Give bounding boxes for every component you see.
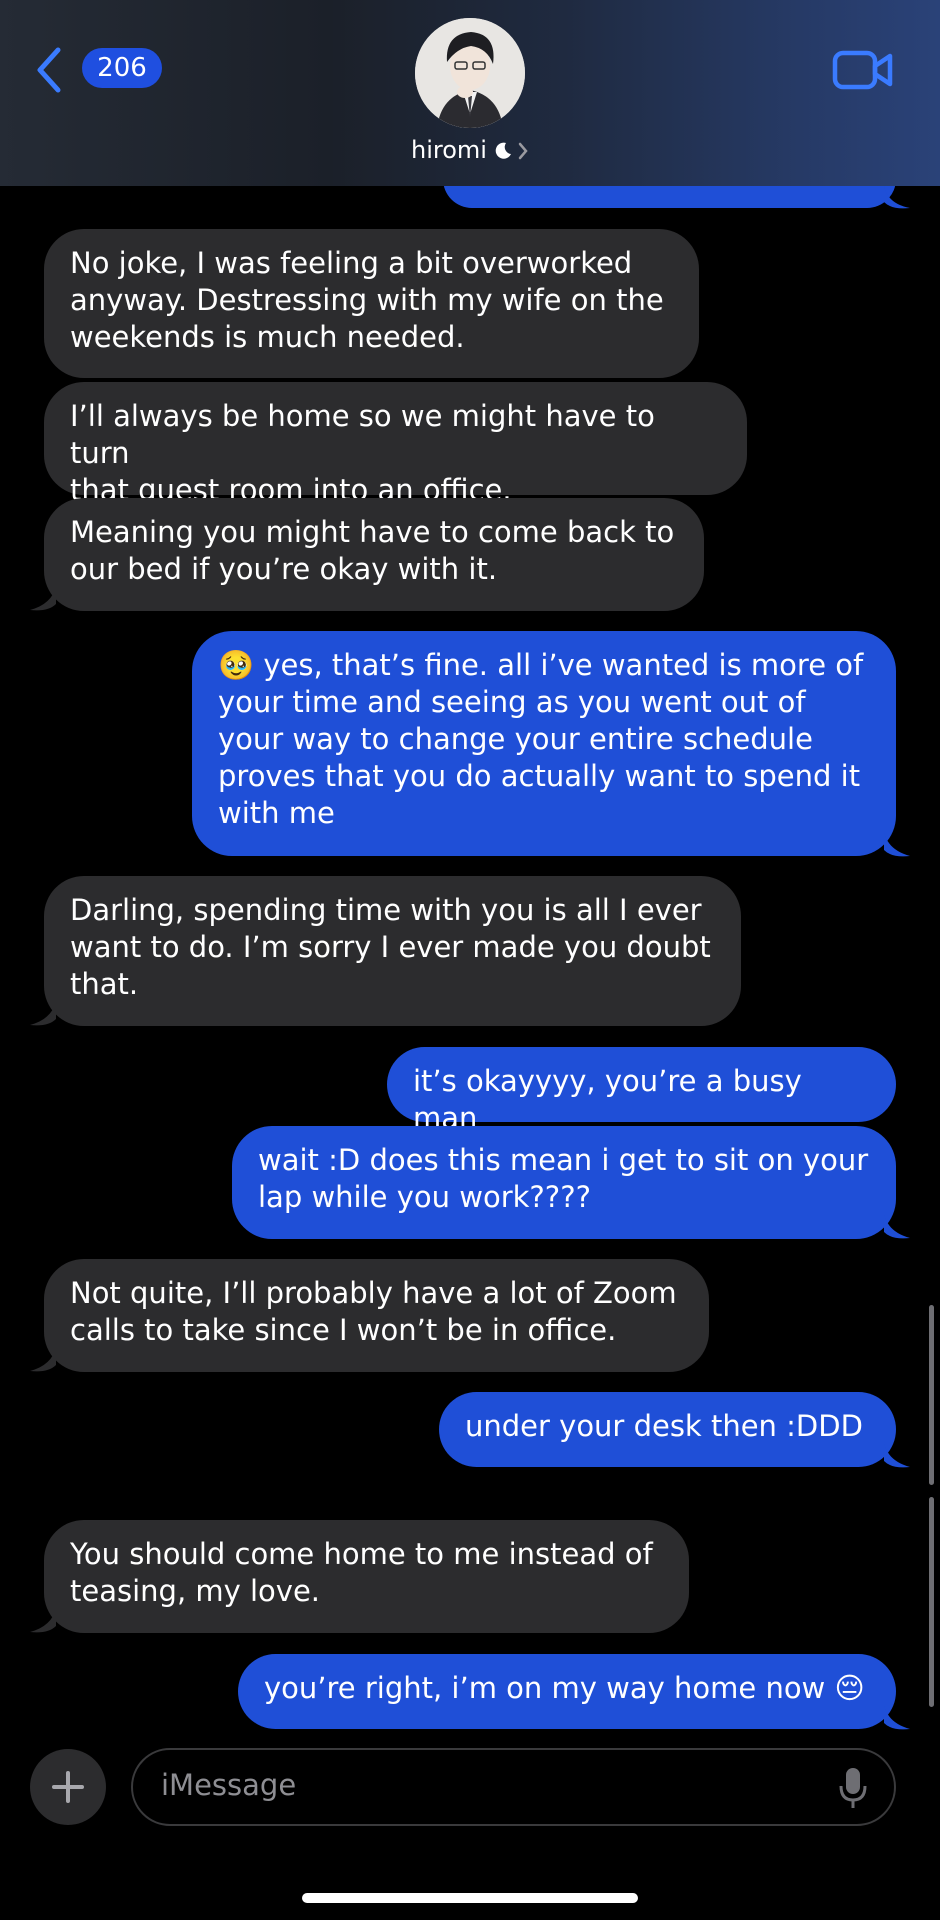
input-placeholder: iMessage bbox=[161, 1768, 297, 1802]
video-camera-icon bbox=[832, 50, 893, 90]
outgoing-message[interactable]: under your desk then :DDD bbox=[439, 1392, 896, 1467]
pensive-face-emoji: 😔 bbox=[834, 1671, 865, 1705]
conversation-header: 206 hiromi bbox=[0, 0, 940, 186]
home-indicator[interactable] bbox=[302, 1893, 638, 1903]
unread-count-badge: 206 bbox=[82, 48, 162, 88]
outgoing-message-text: yes, that’s fine. all i’ve wanted is mor… bbox=[218, 648, 864, 830]
imessage-input[interactable]: iMessage bbox=[131, 1748, 896, 1826]
bubble-tail bbox=[884, 1443, 910, 1468]
incoming-message[interactable]: You should come home to me instead of te… bbox=[44, 1520, 689, 1633]
facetime-video-button[interactable] bbox=[832, 48, 894, 92]
back-chevron-icon bbox=[37, 47, 61, 93]
bubble-tail bbox=[884, 186, 910, 209]
outgoing-message[interactable]: 🥹 yes, that’s fine. all i’ve wanted is m… bbox=[192, 631, 896, 856]
moon-icon bbox=[495, 142, 511, 159]
messages-screen: 206 hiromi No joke, I was feeling a bit … bbox=[0, 0, 940, 1920]
bubble-tail bbox=[30, 1001, 56, 1026]
incoming-message[interactable]: Not quite, I’ll probably have a lot of Z… bbox=[44, 1259, 709, 1372]
scroll-indicator[interactable] bbox=[929, 1305, 934, 1485]
contact-avatar[interactable] bbox=[415, 18, 525, 128]
contact-name: hiromi bbox=[411, 136, 487, 164]
bubble-tail bbox=[30, 1347, 56, 1372]
back-button[interactable]: 206 bbox=[30, 42, 162, 98]
scroll-indicator[interactable] bbox=[929, 1497, 934, 1707]
incoming-message[interactable]: I’ll always be home so we might have to … bbox=[44, 382, 747, 507]
plus-icon bbox=[52, 1771, 84, 1803]
contact-name-row[interactable]: hiromi bbox=[0, 136, 940, 164]
pleading-face-emoji: 🥹 bbox=[218, 648, 255, 682]
bubble-tail bbox=[884, 1214, 910, 1239]
microphone-icon[interactable] bbox=[838, 1766, 868, 1810]
chevron-right-icon bbox=[518, 142, 528, 160]
apps-plus-button[interactable] bbox=[30, 1749, 106, 1825]
incoming-message[interactable]: Darling, spending time with you is all I… bbox=[44, 876, 741, 1026]
avatar-illustration bbox=[415, 18, 525, 128]
outgoing-message-text: you’re right, i’m on my way home now bbox=[264, 1671, 835, 1705]
incoming-message[interactable]: No joke, I was feeling a bit overworked … bbox=[44, 229, 699, 378]
bubble-tail bbox=[884, 1705, 910, 1730]
outgoing-message[interactable]: you’re right, i’m on my way home now 😔 bbox=[238, 1654, 896, 1729]
incoming-message[interactable]: Meaning you might have to come back to o… bbox=[44, 498, 704, 611]
outgoing-message[interactable]: wait :D does this mean i get to sit on y… bbox=[232, 1126, 896, 1239]
bubble-tail bbox=[30, 586, 56, 611]
bubble-tail bbox=[884, 832, 910, 857]
bubble-tail bbox=[30, 1608, 56, 1633]
outgoing-message[interactable]: it’s okayyyy, you’re a busy man bbox=[387, 1047, 896, 1135]
